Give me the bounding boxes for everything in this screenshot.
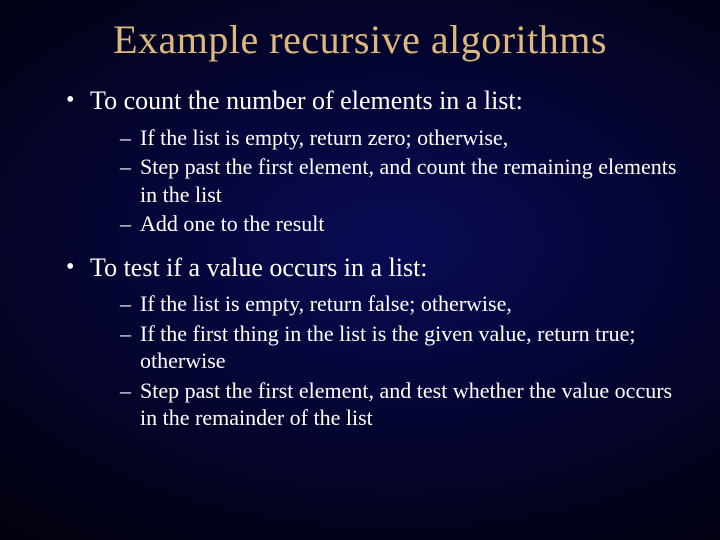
list-item: Step past the first element, and test wh… (120, 377, 690, 432)
slide-body: To count the number of elements in a lis… (0, 85, 720, 432)
list-item-text: Step past the first element, and test wh… (140, 378, 672, 431)
list-item: To count the number of elements in a lis… (66, 85, 690, 238)
list-item: If the list is empty, return false; othe… (120, 290, 690, 318)
list-item: If the list is empty, return zero; other… (120, 124, 690, 152)
list-item: Add one to the result (120, 210, 690, 238)
list-item-text: To test if a value occurs in a list: (90, 253, 428, 282)
slide-title: Example recursive algorithms (0, 0, 720, 63)
list-item: If the first thing in the list is the gi… (120, 320, 690, 375)
list-item-text: If the list is empty, return false; othe… (140, 291, 512, 316)
list-item: Step past the first element, and count t… (120, 153, 690, 208)
sub-bullet-list: If the list is empty, return false; othe… (90, 290, 690, 432)
bullet-list: To count the number of elements in a lis… (30, 85, 690, 432)
list-item-text: If the first thing in the list is the gi… (140, 321, 636, 374)
sub-bullet-list: If the list is empty, return zero; other… (90, 124, 690, 238)
list-item-text: To count the number of elements in a lis… (90, 86, 523, 115)
list-item-text: Add one to the result (140, 211, 325, 236)
slide: Example recursive algorithms To count th… (0, 0, 720, 540)
list-item-text: If the list is empty, return zero; other… (140, 125, 508, 150)
list-item: To test if a value occurs in a list: If … (66, 252, 690, 432)
list-item-text: Step past the first element, and count t… (140, 154, 676, 207)
